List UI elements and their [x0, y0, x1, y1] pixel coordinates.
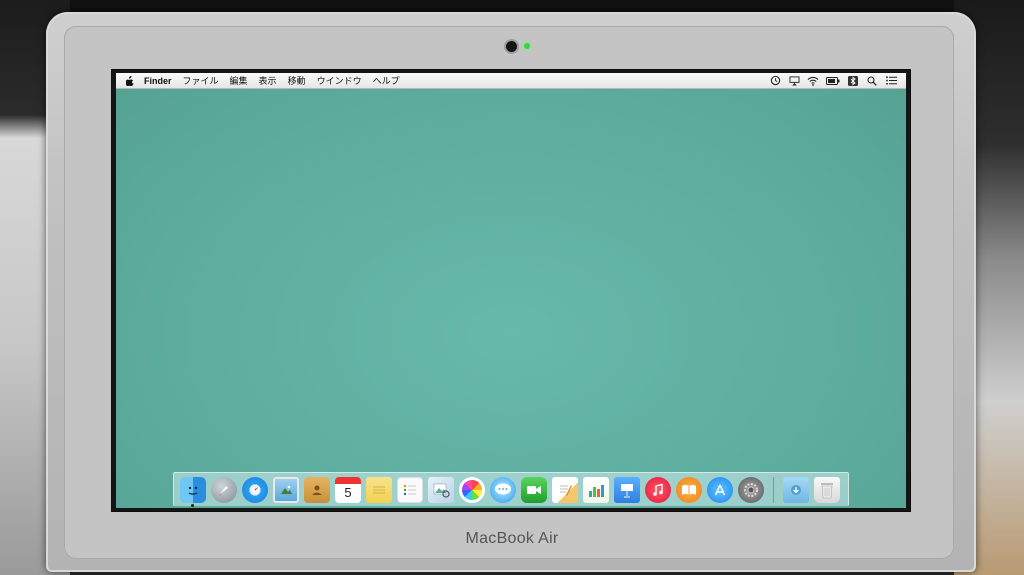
bluetooth-icon[interactable] — [847, 75, 859, 86]
pages-icon[interactable] — [552, 476, 578, 503]
spotlight-search-icon[interactable] — [866, 75, 878, 86]
facetime-icon[interactable] — [521, 476, 547, 503]
camera-icon — [506, 41, 517, 52]
calendar-header — [335, 476, 361, 484]
menu-bar: Finder ファイル 編集 表示 移動 ウインドウ ヘルプ — [116, 73, 906, 89]
itunes-icon[interactable] — [645, 476, 671, 503]
menu-go[interactable]: 移動 — [288, 74, 306, 87]
mail-icon[interactable] — [273, 476, 299, 503]
menu-window[interactable]: ウインドウ — [317, 74, 362, 87]
menu-file[interactable]: ファイル — [183, 74, 219, 87]
airplay-icon[interactable] — [788, 75, 800, 86]
dock-separator — [773, 476, 774, 503]
messages-icon[interactable] — [490, 476, 516, 503]
status-area — [769, 75, 897, 86]
desktop[interactable]: Finder ファイル 編集 表示 移動 ウインドウ ヘルプ 5 — [116, 73, 906, 508]
battery-icon[interactable] — [826, 75, 840, 86]
apple-logo-icon[interactable] — [126, 75, 135, 86]
safari-icon[interactable] — [242, 476, 268, 503]
system-preferences-icon[interactable] — [738, 476, 764, 503]
screen: Finder ファイル 編集 表示 移動 ウインドウ ヘルプ 5 — [111, 69, 911, 512]
downloads-folder-icon[interactable] — [783, 476, 809, 503]
notes-icon[interactable] — [366, 476, 392, 503]
running-indicator — [191, 503, 194, 507]
dock: 5 — [173, 472, 849, 507]
photos-icon[interactable] — [459, 476, 485, 503]
launchpad-icon[interactable] — [211, 476, 237, 503]
wifi-icon[interactable] — [807, 75, 819, 86]
menu-help[interactable]: ヘルプ — [373, 74, 400, 87]
numbers-icon[interactable] — [583, 476, 609, 503]
ibooks-icon[interactable] — [676, 476, 702, 503]
app-store-icon[interactable] — [707, 476, 733, 503]
menu-app-name[interactable]: Finder — [144, 76, 172, 86]
trash-icon[interactable] — [814, 476, 840, 503]
reminders-icon[interactable] — [397, 476, 423, 503]
camera-led-indicator — [524, 43, 530, 49]
time-machine-icon[interactable] — [769, 75, 781, 86]
calendar-icon[interactable]: 5 — [335, 476, 361, 503]
brand-label: MacBook Air — [465, 530, 559, 547]
keynote-icon[interactable] — [614, 476, 640, 503]
contacts-icon[interactable] — [304, 476, 330, 503]
preview-icon[interactable] — [428, 476, 454, 503]
menu-view[interactable]: 表示 — [259, 74, 277, 87]
notification-center-icon[interactable] — [885, 75, 897, 86]
finder-icon[interactable] — [180, 476, 206, 507]
calendar-day: 5 — [344, 485, 352, 500]
menu-edit[interactable]: 編集 — [230, 74, 248, 87]
